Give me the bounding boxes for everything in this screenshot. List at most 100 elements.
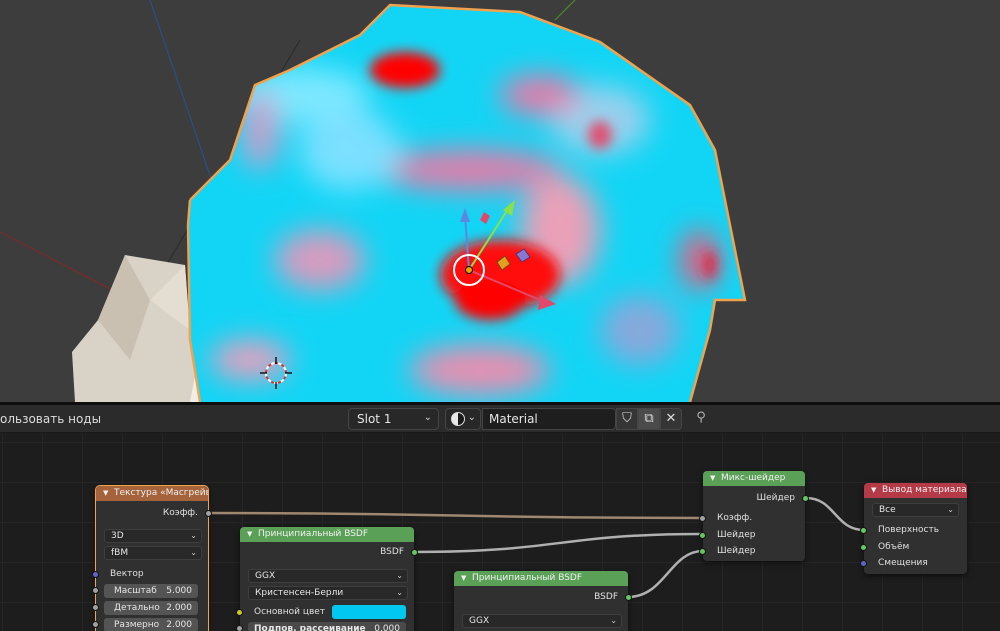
socket-label: Коэфф.: [717, 513, 753, 523]
collapse-triangle-icon[interactable]: ▼: [247, 527, 252, 542]
output-socket[interactable]: [205, 510, 212, 517]
dimension-field[interactable]: Размерно 2.000: [92, 618, 198, 631]
node-header[interactable]: ▼ Принципиальный BSDF: [240, 527, 414, 542]
dropdown-value: 3D: [111, 531, 124, 541]
dropdown-value: fBM: [111, 548, 129, 558]
output-socket-row: BSDF: [454, 589, 632, 605]
collapse-triangle-icon[interactable]: ▼: [103, 486, 108, 501]
browse-material-button[interactable]: ⌄: [445, 408, 481, 430]
subsurface-method-dropdown[interactable]: Кристенсен-Берли ⌄: [248, 586, 408, 600]
chevron-down-icon: ⌄: [190, 548, 197, 557]
chevron-down-icon: ⌄: [610, 616, 617, 625]
input-socket-row: Объём: [860, 539, 967, 555]
link-bsdf1-to-mix-shader1: [413, 532, 704, 554]
pin-button[interactable]: ⚲: [690, 408, 712, 430]
node-header[interactable]: ▼ Микс-шейдер: [703, 471, 805, 486]
chevron-down-icon: ⌄: [190, 531, 197, 540]
material-name: Material: [489, 412, 538, 426]
grid-line: [554, 0, 576, 21]
fake-user-button[interactable]: ⛉: [616, 408, 638, 430]
input-socket[interactable]: [92, 621, 99, 628]
distribution-dropdown[interactable]: GGX ⌄: [462, 614, 622, 628]
base-color-swatch[interactable]: [332, 605, 406, 619]
node-canvas[interactable]: ▼ Текстура «Маcгрейв» Коэфф. 3D ⌄ fBM ⌄ …: [0, 434, 1000, 631]
input-socket-row: Коэфф.: [699, 510, 805, 526]
input-socket[interactable]: [699, 515, 706, 522]
distribution-dropdown[interactable]: GGX ⌄: [248, 569, 408, 583]
material-slot-dropdown[interactable]: Slot 1 ⌄: [348, 408, 439, 430]
pin-icon: ⚲: [696, 410, 706, 425]
input-socket[interactable]: [92, 587, 99, 594]
node-header[interactable]: ▼ Вывод материала: [864, 483, 967, 498]
input-socket[interactable]: [699, 548, 706, 555]
link-bsdf2-to-mix-shader2: [627, 549, 704, 599]
input-socket[interactable]: [699, 532, 706, 539]
chevron-down-icon: ⌄: [396, 571, 403, 580]
output-socket-row: BSDF: [240, 544, 418, 560]
musgrave-texture-node[interactable]: ▼ Текстура «Маcгрейв» Коэфф. 3D ⌄ fBM ⌄ …: [92, 485, 212, 631]
input-socket[interactable]: [860, 527, 867, 534]
unlink-material-button[interactable]: ✕: [660, 408, 682, 430]
3d-viewport[interactable]: [0, 0, 1000, 402]
chevron-down-icon: ⌄: [947, 505, 954, 514]
material-output-node[interactable]: ▼ Вывод материала Все ⌄ Поверхность Объё…: [860, 483, 967, 574]
node-header[interactable]: ▼ Текстура «Маcгрейв»: [96, 486, 208, 501]
duplicate-icon: ⧉: [644, 411, 654, 426]
socket-label: Поверхность: [878, 525, 940, 535]
target-dropdown[interactable]: Все ⌄: [872, 503, 959, 517]
socket-label: Вектор: [110, 569, 144, 579]
collapse-triangle-icon[interactable]: ▼: [871, 483, 876, 498]
node-title: Принципиальный BSDF: [472, 573, 583, 583]
dropdown-value: Все: [879, 505, 896, 515]
sphere-body: [188, 5, 745, 402]
duplicate-material-button[interactable]: ⧉: [638, 408, 660, 430]
link-mix-to-output-surface: [805, 496, 865, 532]
dimensions-dropdown[interactable]: 3D ⌄: [104, 529, 202, 543]
socket-label: Шейдер: [756, 493, 795, 503]
node-title: Принципиальный BSDF: [258, 529, 369, 539]
socket-label: Основной цвет: [254, 607, 326, 617]
principled-bsdf-node-2[interactable]: ▼ Принципиальный BSDF BSDF GGX ⌄: [454, 571, 632, 631]
node-title: Текстура «Маcгрейв»: [114, 488, 208, 498]
shield-icon: ⛉: [622, 411, 632, 426]
material-sphere-icon: [451, 412, 465, 426]
node-title: Микс-шейдер: [721, 473, 786, 483]
output-socket[interactable]: [625, 594, 632, 601]
node-header[interactable]: ▼ Принципиальный BSDF: [454, 571, 628, 586]
field-value: 5.000: [166, 586, 192, 596]
output-socket[interactable]: [411, 549, 418, 556]
principled-bsdf-node-1[interactable]: ▼ Принципиальный BSDF BSDF GGX ⌄ Кристен…: [236, 527, 418, 631]
input-socket[interactable]: [92, 571, 99, 578]
link-musgrave-to-mix-fac: [205, 511, 704, 520]
material-name-field[interactable]: Material: [482, 408, 616, 430]
input-socket[interactable]: [860, 544, 867, 551]
input-socket-row: Поверхность: [860, 522, 967, 538]
mix-shader-node[interactable]: ▼ Микс-шейдер Шейдер Коэфф. Шейдер Шейде…: [699, 471, 809, 561]
subsurface-field[interactable]: Подпов. рассеивание 0.000: [236, 622, 406, 631]
input-socket-row: Вектор: [92, 566, 208, 582]
input-socket[interactable]: [236, 609, 243, 616]
collapse-triangle-icon[interactable]: ▼: [710, 471, 715, 486]
input-socket[interactable]: [236, 625, 243, 631]
field-value: 2.000: [166, 620, 192, 630]
input-socket[interactable]: [92, 604, 99, 611]
field-label: Подпов. рассеивание: [254, 624, 366, 631]
socket-label: BSDF: [594, 592, 618, 602]
viewport-scene: [0, 0, 747, 402]
socket-label: Шейдер: [717, 530, 756, 540]
scale-field[interactable]: Масштаб 5.000: [92, 584, 198, 598]
grid-line: [149, 0, 216, 191]
collapse-triangle-icon[interactable]: ▼: [461, 571, 466, 586]
socket-label: BSDF: [380, 547, 404, 557]
detail-field[interactable]: Детально 2.000: [92, 601, 198, 615]
dropdown-value: GGX: [255, 571, 276, 581]
input-socket-row: Смещения: [860, 555, 967, 571]
field-value: 0.000: [374, 624, 400, 631]
input-socket[interactable]: [860, 560, 867, 567]
output-socket[interactable]: [802, 495, 809, 502]
chevron-down-icon: ⌄: [423, 412, 432, 423]
use-nodes-label[interactable]: ользовать ноды: [0, 412, 101, 426]
slot-value: Slot 1: [357, 412, 392, 426]
close-icon: ✕: [665, 411, 677, 426]
musgrave-type-dropdown[interactable]: fBM ⌄: [104, 546, 202, 560]
